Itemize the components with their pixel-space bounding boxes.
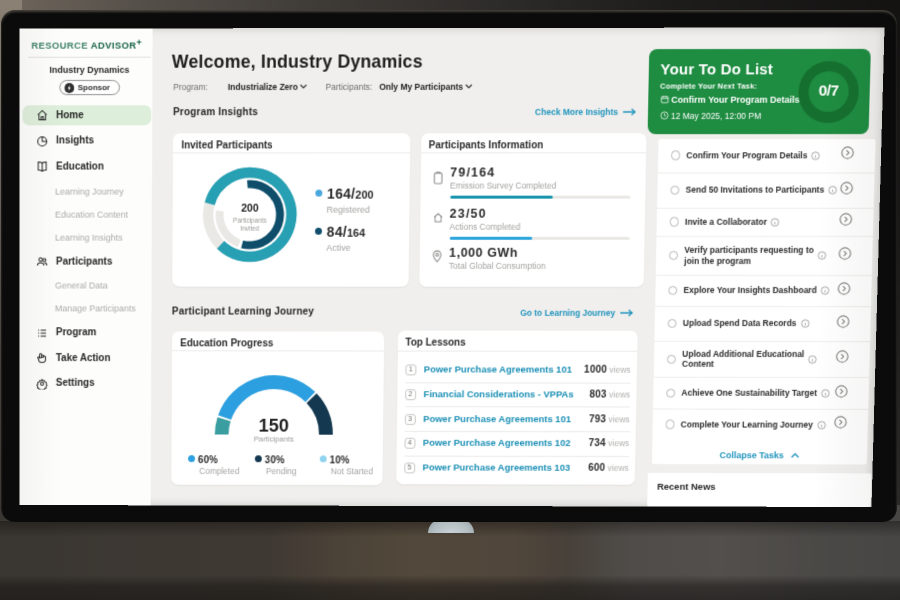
svg-text:200: 200 <box>242 203 260 215</box>
svg-text:150: 150 <box>259 414 290 435</box>
svg-text:Participants: Participants <box>233 218 267 225</box>
svg-text:Invited: Invited <box>241 226 260 233</box>
svg-text:Participants: Participants <box>254 434 294 443</box>
